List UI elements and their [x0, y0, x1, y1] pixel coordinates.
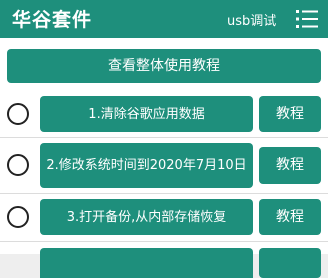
app-bar: 华谷套件 usb调试: [0, 0, 328, 38]
step-2-tutorial-button[interactable]: 教程: [259, 147, 321, 184]
divider: [0, 241, 328, 242]
step-3-button[interactable]: 3.打开备份,从内部存储恢复: [40, 199, 253, 235]
list-menu-icon[interactable]: [296, 9, 318, 29]
step-2-checkbox[interactable]: [7, 154, 29, 176]
step-4-tutorial-button[interactable]: [259, 248, 321, 278]
overview-tutorial-button[interactable]: 查看整体使用教程: [7, 49, 321, 83]
divider: [0, 137, 328, 138]
step-3-checkbox[interactable]: [7, 206, 29, 228]
app-title: 华谷套件: [12, 9, 93, 31]
step-1-checkbox[interactable]: [7, 103, 29, 125]
main-content: 查看整体使用教程 1.清除谷歌应用数据 教程 2.修改系统时间到2020年7月1…: [0, 38, 328, 278]
divider: [0, 193, 328, 194]
step-1-tutorial-button[interactable]: 教程: [259, 96, 321, 132]
step-1-button[interactable]: 1.清除谷歌应用数据: [40, 96, 253, 132]
step-2-button[interactable]: 2.修改系统时间到2020年7月10日: [40, 143, 253, 188]
step-4-button[interactable]: [40, 248, 253, 278]
step-3-tutorial-button[interactable]: 教程: [259, 199, 321, 235]
usb-debug-button[interactable]: usb调试: [227, 10, 276, 29]
